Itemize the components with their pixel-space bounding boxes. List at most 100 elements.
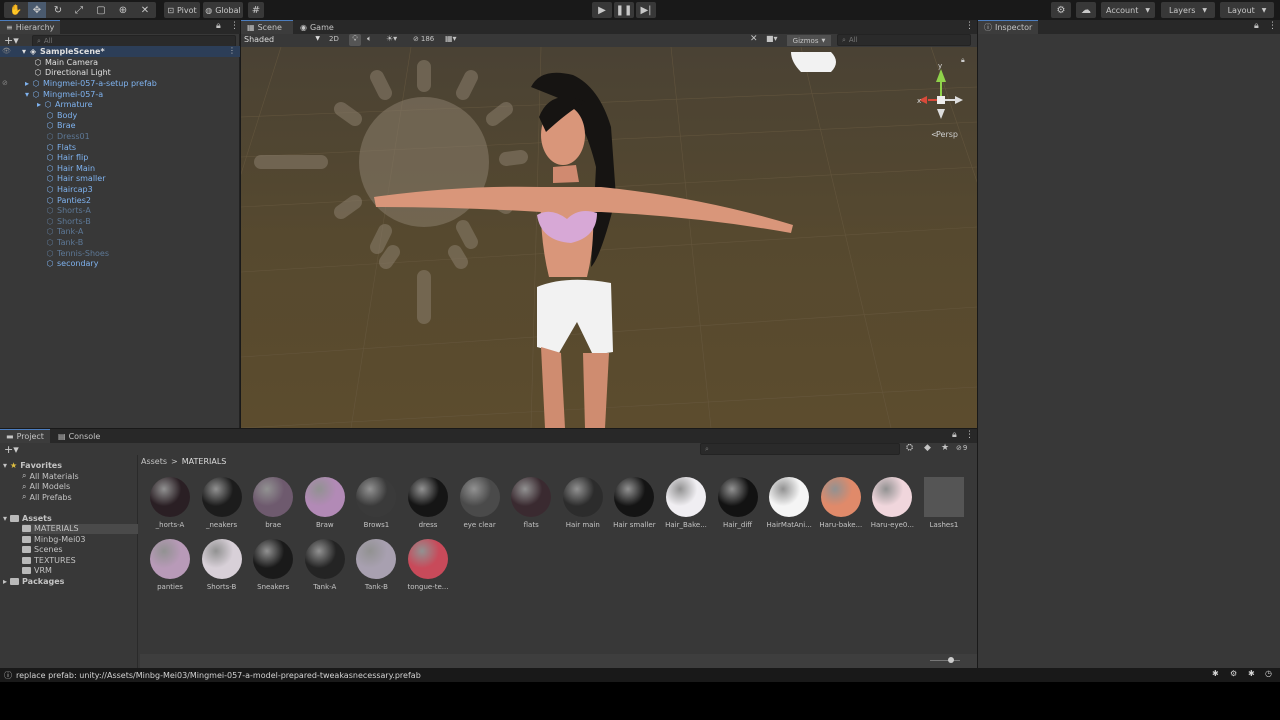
hierarchy-item[interactable]: ⬡ Main Camera xyxy=(34,57,99,68)
rotate-tool-icon[interactable]: ↻ xyxy=(50,2,66,18)
rect-tool-icon[interactable]: ▢ xyxy=(93,2,109,18)
toggle-2d-button[interactable]: 2D xyxy=(329,35,339,43)
project-tree-item[interactable]: Minbg-Mei03 xyxy=(22,534,85,545)
material-asset[interactable]: Haru-bake... xyxy=(818,477,864,529)
camera-icon[interactable]: ■▾ xyxy=(766,34,778,43)
layout-dropdown[interactable]: Layout ▼ xyxy=(1220,2,1274,18)
expand-arrow-icon[interactable]: ▾ xyxy=(3,514,7,523)
lock-icon[interactable]: 🔒︎ xyxy=(216,21,221,31)
material-asset[interactable]: dress xyxy=(405,477,451,529)
material-asset[interactable]: Sneakers xyxy=(250,539,296,591)
visibility-icon[interactable]: 👁︎ xyxy=(2,47,11,55)
play-button[interactable]: ▶ xyxy=(592,2,612,18)
project-tree-item[interactable]: ⌕ All Models xyxy=(22,482,70,493)
project-tree-item[interactable]: ⌕ All Prefabs xyxy=(22,492,72,503)
scene-viewport[interactable]: y x < Persp 🔒︎ xyxy=(241,47,977,428)
audio-toggle-icon[interactable]: 🔈︎ xyxy=(367,34,372,44)
grid-snap-icon[interactable]: # xyxy=(248,2,264,18)
material-asset[interactable]: Lashes1 xyxy=(921,477,967,529)
scale-tool-icon[interactable]: ⤢ xyxy=(71,2,87,18)
collab-status-icon[interactable]: ✱ xyxy=(1248,669,1255,678)
collab-icon[interactable]: ⚙ xyxy=(1051,2,1071,18)
expand-arrow-icon[interactable]: ▾ xyxy=(3,461,7,470)
hierarchy-item[interactable]: ⬡ Directional Light xyxy=(34,68,111,79)
expand-arrow-icon[interactable]: ▸ xyxy=(3,577,7,586)
hierarchy-item[interactable]: ▸ ⬡ Armature xyxy=(37,99,93,110)
lock-icon[interactable]: 🔒︎ xyxy=(952,430,957,440)
project-tree-item[interactable]: ▾ ★ Favorites xyxy=(3,460,62,471)
material-asset[interactable]: Shorts-B xyxy=(199,539,245,591)
expand-arrow-icon[interactable]: ▸ xyxy=(37,100,41,109)
clock-icon[interactable]: ◷ xyxy=(1265,669,1272,678)
status-message[interactable]: replace prefab: unity://Assets/Minbg-Mei… xyxy=(16,671,421,680)
material-asset[interactable]: Hair_Bake... xyxy=(663,477,709,529)
material-asset[interactable]: _neakers xyxy=(199,477,245,529)
transform-tool-icon[interactable]: ⊕ xyxy=(115,2,131,18)
lighting-toggle-icon[interactable]: 💡︎ xyxy=(349,34,361,46)
material-asset[interactable]: tongue-te... xyxy=(405,539,451,591)
hierarchy-item[interactable]: ⬡ Panties2 xyxy=(46,195,91,206)
hidden-objects-toggle[interactable]: ⊘ 186 xyxy=(413,35,434,43)
lock-icon[interactable]: 🔒︎ xyxy=(1254,21,1259,31)
material-asset[interactable]: Tank-B xyxy=(353,539,399,591)
scene-search-input[interactable]: ⌕ All xyxy=(837,34,971,46)
more-icon[interactable]: ⋮ xyxy=(230,21,239,31)
cloud-icon[interactable]: ☁ xyxy=(1076,2,1096,18)
scene-root[interactable]: ▾ ◈ SampleScene* xyxy=(22,46,105,57)
grid-toggle-icon[interactable]: ▦▾ xyxy=(445,34,457,43)
hidden-packages-toggle[interactable]: ⊘ 9 xyxy=(956,444,967,452)
hierarchy-item[interactable]: ⬡ Hair Main xyxy=(46,163,96,174)
hierarchy-item[interactable]: ⬡ Haircap3 xyxy=(46,184,93,195)
persp-label[interactable]: Persp xyxy=(936,130,958,139)
hierarchy-item[interactable]: ▸ ⬡ Mingmei-057-a-setup prefab xyxy=(25,78,157,89)
hierarchy-item[interactable]: ⬡ Dress01 xyxy=(46,131,90,142)
gizmo-lock-icon[interactable]: 🔒︎ xyxy=(961,56,965,64)
zoom-slider-track[interactable] xyxy=(930,660,960,661)
material-asset[interactable]: Hair main xyxy=(560,477,606,529)
tab-project[interactable]: ▬ Project xyxy=(0,429,50,443)
hierarchy-item[interactable]: ⬡ Brae xyxy=(46,121,76,132)
hand-tool-icon[interactable]: ✋ xyxy=(8,2,24,18)
pause-button[interactable]: ❚❚ xyxy=(614,2,634,18)
hierarchy-item[interactable]: ⬡ Tennis-Shoes xyxy=(46,248,110,259)
hierarchy-item[interactable]: ⬡ Hair flip xyxy=(46,152,89,163)
project-tree-item[interactable]: ⌕ All Materials xyxy=(22,471,79,482)
tab-game[interactable]: ◉ Game xyxy=(294,20,340,34)
hierarchy-item[interactable]: ▾ ⬡ Mingmei-057-a xyxy=(25,89,103,100)
material-asset[interactable]: flats xyxy=(508,477,554,529)
expand-arrow-icon[interactable]: ▾ xyxy=(25,90,29,99)
expand-arrow-icon[interactable]: ▸ xyxy=(25,79,29,88)
project-tree-item[interactable]: ▾ Assets xyxy=(3,513,52,524)
more-icon[interactable]: ⋮ xyxy=(965,430,974,440)
tab-hierarchy[interactable]: ≡ Hierarchy xyxy=(0,20,60,34)
effects-toggle-icon[interactable]: ☀▾ xyxy=(386,34,397,43)
project-tree-item[interactable]: VRM xyxy=(22,566,52,577)
scene-more-icon[interactable]: ⋮ xyxy=(228,46,236,55)
more-icon[interactable]: ⋮ xyxy=(965,21,974,31)
more-icon[interactable]: ⋮ xyxy=(1268,21,1277,31)
tab-scene[interactable]: ▦ Scene xyxy=(241,20,293,34)
custom-tool-icon[interactable]: ✕ xyxy=(137,2,153,18)
hierarchy-item[interactable]: ⬡ Body xyxy=(46,110,78,121)
material-asset[interactable]: Hair smaller xyxy=(611,477,657,529)
hierarchy-item[interactable]: ⬡ Flats xyxy=(46,142,77,153)
project-search-input[interactable]: ⌕ xyxy=(700,443,900,455)
breadcrumb-assets[interactable]: Assets xyxy=(141,457,167,466)
global-toggle[interactable]: ◍ Global xyxy=(203,2,243,18)
material-asset[interactable]: brae xyxy=(250,477,296,529)
progress-icon[interactable]: ⚙ xyxy=(1230,669,1237,678)
material-asset[interactable]: Tank-A xyxy=(302,539,348,591)
pivot-toggle[interactable]: ⊡ Pivot xyxy=(164,2,200,18)
tools-icon[interactable]: ✕ xyxy=(750,34,758,44)
move-tool-icon[interactable]: ✥ xyxy=(28,2,46,18)
material-asset[interactable]: Brows1 xyxy=(353,477,399,529)
favorite-star-icon[interactable]: ★ xyxy=(941,443,949,453)
hierarchy-item[interactable]: ⬡ Tank-B xyxy=(46,237,84,248)
project-tree-item[interactable]: TEXTURES xyxy=(22,555,76,566)
zoom-slider-thumb[interactable] xyxy=(948,657,954,663)
layers-dropdown[interactable]: Layers ▼ xyxy=(1161,2,1215,18)
material-asset[interactable]: Braw xyxy=(302,477,348,529)
material-asset[interactable]: eye clear xyxy=(457,477,503,529)
hierarchy-item[interactable]: ⬡ Tank-A xyxy=(46,227,84,238)
tab-console[interactable]: ▤ Console xyxy=(52,429,104,443)
